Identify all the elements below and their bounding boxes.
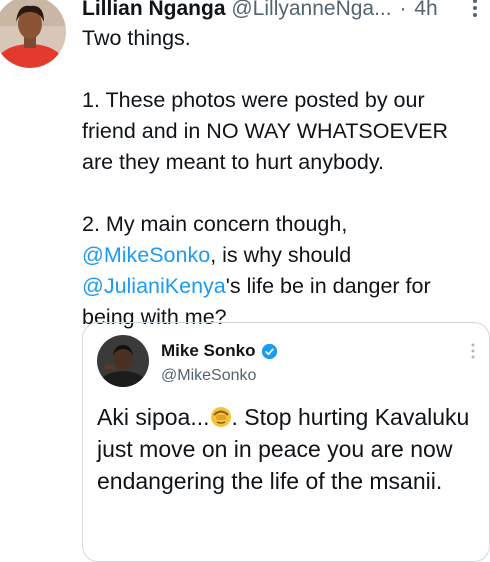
- quoted-tweet-text: Aki sipoa... . Stop hurting Kavaluku jus…: [97, 401, 477, 497]
- tweet-header: Lillian Nganga @LillyanneNga... · 4h: [82, 0, 490, 24]
- more-vertical-icon[interactable]: [471, 343, 475, 359]
- timestamp[interactable]: 4h: [414, 0, 437, 20]
- mention-link-julianikenya[interactable]: @JulianiKenya: [82, 274, 226, 298]
- quoted-author-avatar[interactable]: [97, 335, 149, 387]
- quoted-tweet-card[interactable]: Mike Sonko @MikeSonko Aki sipoa... . Sto…: [82, 322, 490, 562]
- quoted-author-name[interactable]: Mike Sonko: [161, 341, 255, 361]
- quoted-author-name-row: Mike Sonko: [161, 341, 278, 361]
- author-name[interactable]: Lillian Nganga: [82, 0, 226, 20]
- more-vertical-icon[interactable]: [472, 0, 478, 18]
- tweet-text-segment: 2. My main concern though,: [82, 212, 348, 236]
- author-handle[interactable]: @LillyanneNga...: [231, 0, 391, 20]
- user-avatar-photo-icon: [0, 0, 66, 68]
- tweet-paragraph: 1. These photos were posted by our frien…: [82, 88, 449, 174]
- tweet-paragraph: 2. My main concern though, @MikeSonko, i…: [82, 209, 482, 333]
- quoted-author-handle[interactable]: @MikeSonko: [161, 367, 256, 385]
- tweet-text-segment: , is why should: [210, 243, 352, 267]
- mention-link-mikesonko[interactable]: @MikeSonko: [82, 243, 210, 267]
- separator-dot: ·: [399, 0, 407, 20]
- tweet-body: Two things. 1. These photos were posted …: [82, 23, 482, 333]
- verified-badge-icon: [262, 343, 278, 359]
- author-avatar[interactable]: [0, 0, 66, 68]
- quoted-text-segment: Aki sipoa...: [97, 404, 210, 430]
- user-avatar-photo-icon: [97, 335, 149, 387]
- person-facepalming-emoji-icon: [210, 407, 231, 427]
- tweet-paragraph: Two things.: [82, 26, 191, 50]
